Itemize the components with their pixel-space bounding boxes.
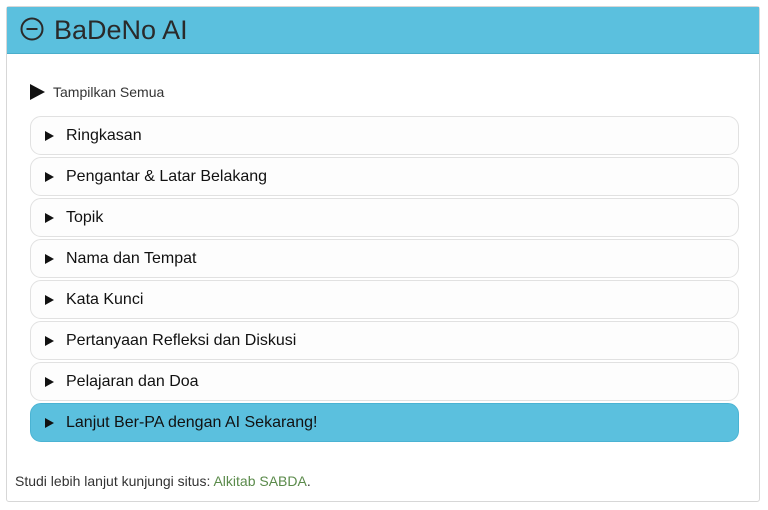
accordion-item-label: Pertanyaan Refleksi dan Diskusi — [66, 331, 297, 349]
accordion-item-topik[interactable]: Topik — [30, 198, 739, 237]
caret-right-icon — [45, 335, 54, 346]
caret-right-icon — [45, 417, 54, 428]
accordion-item-label: Kata Kunci — [66, 290, 144, 308]
accordion-item-pertanyaan[interactable]: Pertanyaan Refleksi dan Diskusi — [30, 321, 739, 360]
accordion-item-label: Ringkasan — [66, 126, 142, 144]
accordion-item-label: Topik — [66, 208, 104, 226]
caret-right-icon — [45, 212, 54, 223]
accordion-item-pelajaran[interactable]: Pelajaran dan Doa — [30, 362, 739, 401]
accordion-item-label: Pengantar & Latar Belakang — [66, 167, 268, 185]
panel-header[interactable]: BaDeNo AI — [7, 7, 759, 54]
footer-suffix: . — [306, 473, 311, 489]
accordion-item-pengantar[interactable]: Pengantar & Latar Belakang — [30, 157, 739, 196]
accordion-item-label: Pelajaran dan Doa — [66, 372, 199, 390]
alkitab-sabda-link[interactable]: Alkitab SABDA — [213, 473, 306, 489]
caret-right-icon — [45, 376, 54, 387]
caret-right-icon — [45, 171, 54, 182]
accordion-item-lanjut-ai[interactable]: Lanjut Ber-PA dengan AI Sekarang! — [30, 403, 739, 442]
caret-right-icon — [45, 253, 54, 264]
play-arrow-icon — [30, 84, 45, 100]
show-all-toggle[interactable]: Tampilkan Semua — [30, 82, 164, 102]
accordion-item-label: Nama dan Tempat — [66, 249, 197, 267]
accordion-item-ringkasan[interactable]: Ringkasan — [30, 116, 739, 155]
show-all-label: Tampilkan Semua — [53, 84, 165, 100]
badeno-panel: BaDeNo AI Tampilkan Semua Ringkasan Peng… — [6, 6, 760, 502]
caret-right-icon — [45, 294, 54, 305]
caret-right-icon — [45, 130, 54, 141]
accordion-item-nama-tempat[interactable]: Nama dan Tempat — [30, 239, 739, 278]
circle-minus-icon[interactable] — [20, 17, 44, 41]
accordion-item-kata-kunci[interactable]: Kata Kunci — [30, 280, 739, 319]
footer-note: Studi lebih lanjut kunjungi situs: Alkit… — [15, 473, 311, 489]
panel-title: BaDeNo AI — [54, 15, 188, 45]
footer-text: Studi lebih lanjut kunjungi situs: — [15, 473, 214, 489]
accordion-list: Ringkasan Pengantar & Latar Belakang Top… — [30, 116, 739, 444]
accordion-item-label: Lanjut Ber-PA dengan AI Sekarang! — [66, 413, 318, 431]
